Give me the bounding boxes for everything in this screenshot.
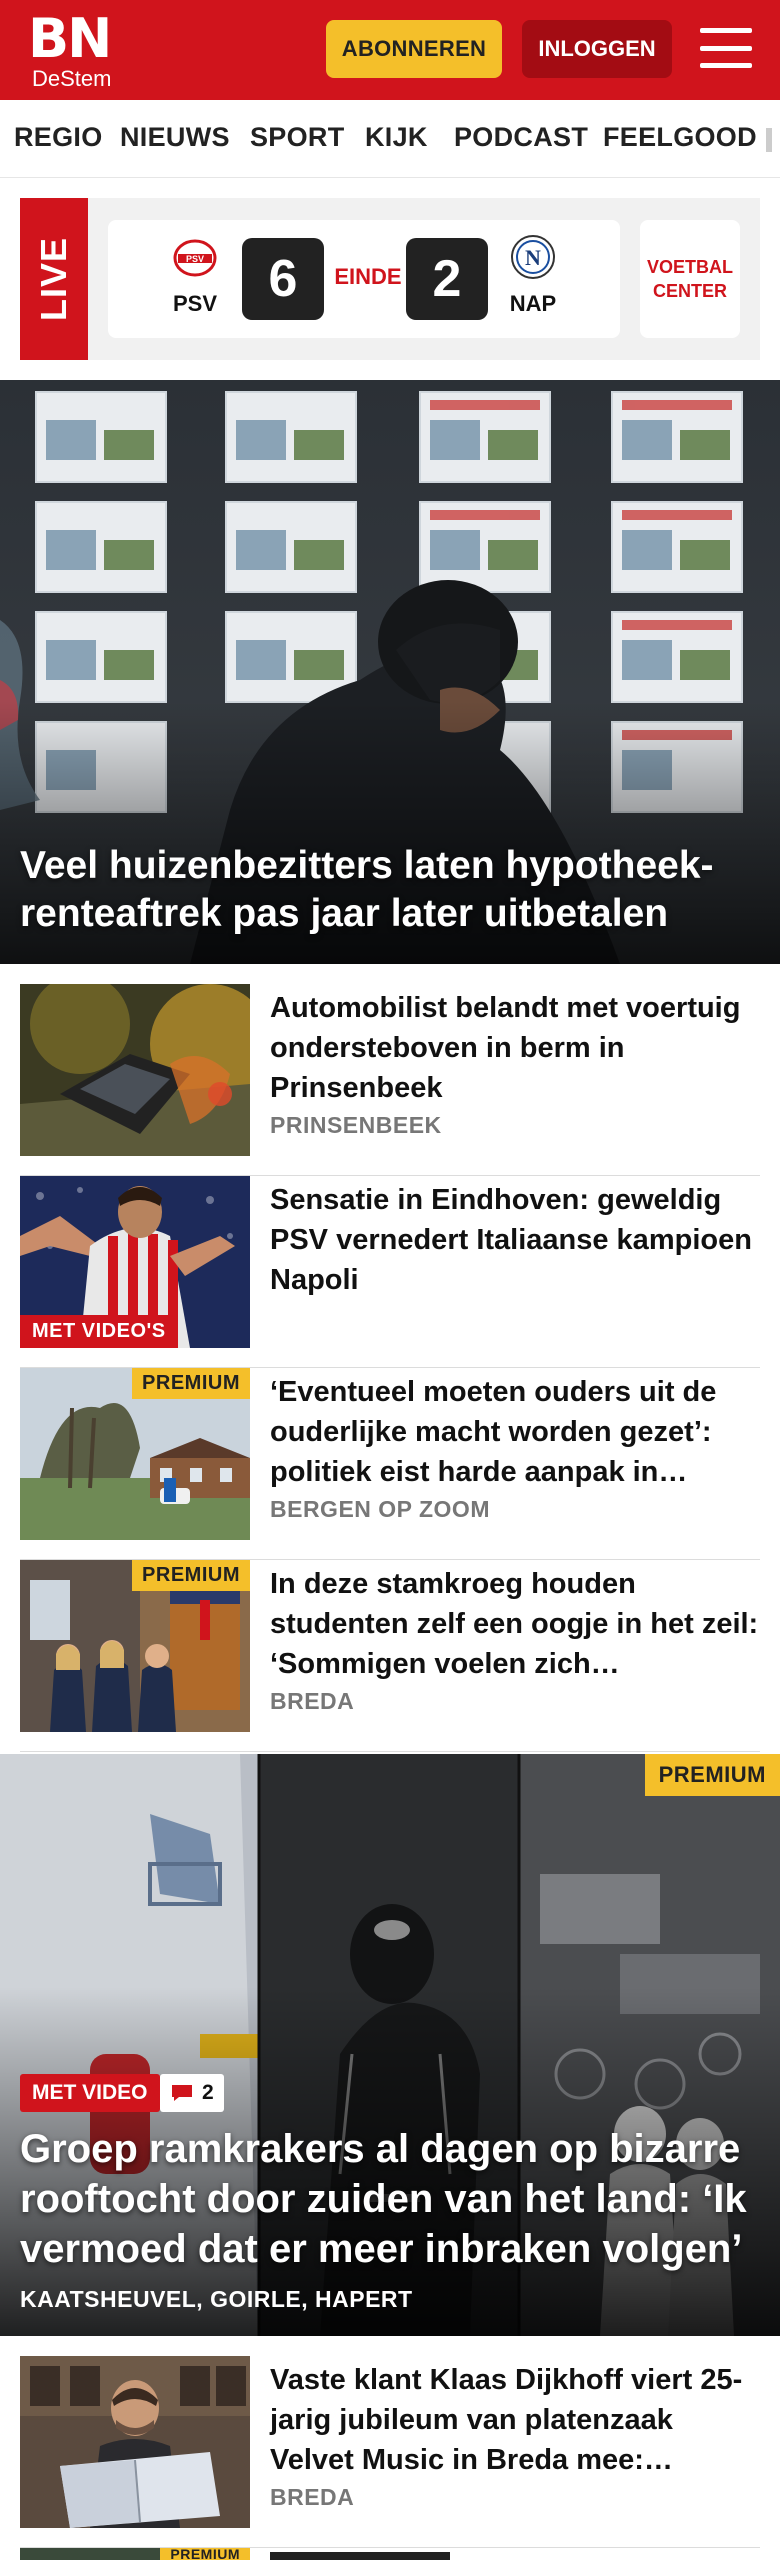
- hamburger-menu-icon[interactable]: [700, 24, 752, 72]
- home-team-name: PSV: [172, 291, 218, 316]
- match-status: EINDE: [334, 264, 402, 289]
- comment-count-badge[interactable]: 2: [160, 2074, 224, 2112]
- article-location: BERGEN OP ZOOM: [270, 1496, 490, 1522]
- article-title-cutoff: [270, 2552, 450, 2560]
- article-title: Sensatie in Eindhoven: geweldig PSV vern…: [270, 1184, 752, 1296]
- away-team-name: NAP: [509, 291, 557, 316]
- article-item[interactable]: Vaste klant Klaas Dijkhoff viert 25-jari…: [20, 2356, 760, 2548]
- logo-main-text: BN: [28, 7, 112, 70]
- article-thumbnail: MET VIDEO'S: [20, 1176, 250, 1348]
- napoli-crest-icon: N: [511, 235, 555, 279]
- live-tag-label: LIVE: [33, 236, 74, 322]
- video-badge: MET VIDEO: [20, 2074, 160, 2112]
- menu-line: [700, 45, 752, 51]
- article-thumbnail: [20, 2356, 250, 2528]
- subscribe-button[interactable]: ABONNEREN: [326, 20, 502, 78]
- article-thumbnail: PREMIUM: [20, 1560, 250, 1732]
- comment-count: 2: [202, 2081, 214, 2104]
- article-item[interactable]: PREMIUM: [20, 2548, 760, 2560]
- article-item[interactable]: PREMIUM ‘Eventueel moeten ouders uit de …: [20, 1368, 760, 1560]
- psv-crest-icon: PSV: [173, 239, 217, 277]
- article-thumbnail: PREMIUM: [20, 1368, 250, 1540]
- article-item[interactable]: Automobilist belandt met voertuig onders…: [20, 984, 760, 1176]
- nav-item-kijk[interactable]: KIJK: [365, 122, 428, 153]
- nav-item-nieuws[interactable]: NIEUWS: [120, 122, 230, 153]
- article-title: ‘Eventueel moeten ouders uit de ouderlij…: [270, 1376, 717, 1488]
- article-title: Automobilist belandt met voertuig onders…: [270, 992, 741, 1104]
- menu-line: [700, 28, 752, 33]
- top-header-bar: BN DeStem ABONNEREN INLOGGEN: [0, 0, 780, 100]
- menu-line: [700, 63, 752, 68]
- home-team: PSV PSV: [160, 234, 230, 317]
- article-title: In deze stamkroeg houden studenten zelf …: [270, 1568, 759, 1680]
- site-logo[interactable]: BN DeStem: [28, 12, 118, 90]
- article-location: BREDA: [270, 1688, 355, 1714]
- premium-badge: PREMIUM: [644, 1754, 780, 1796]
- match-score-card[interactable]: PSV PSV 6 EINDE 2 N NAP: [108, 220, 620, 338]
- video-badge: MET VIDEO'S: [20, 1315, 178, 1348]
- away-team: N NAP: [498, 234, 568, 317]
- record-store-image: [20, 2356, 250, 2528]
- article-location: BREDA: [270, 2484, 355, 2510]
- comment-icon: [172, 2085, 192, 2101]
- article-title: Vaste klant Klaas Dijkhoff viert 25-jari…: [270, 2364, 743, 2476]
- featured-title: Groep ramkrakers al dagen op bizarre roo…: [20, 2127, 747, 2271]
- nav-item-feelgood[interactable]: FEELGOOD: [603, 122, 757, 153]
- premium-badge: PREMIUM: [132, 1560, 250, 1591]
- nav-item-regio[interactable]: REGIO: [14, 122, 103, 153]
- logo-sub-text: DeStem: [32, 66, 112, 91]
- car-accident-image: [20, 984, 250, 1156]
- nav-overflow-indicator: [766, 128, 772, 152]
- login-button[interactable]: INLOGGEN: [522, 20, 672, 78]
- svg-text:PSV: PSV: [186, 254, 204, 264]
- nav-item-podcast[interactable]: PODCAST: [454, 122, 588, 153]
- home-score: 6: [242, 238, 324, 320]
- live-score-widget: LIVE PSV PSV 6 EINDE 2 N NAP VOETBAL CEN…: [20, 198, 760, 360]
- article-item[interactable]: PREMIUM In deze stamkroeg houden student…: [20, 1560, 760, 1752]
- article-item[interactable]: MET VIDEO'S Sensatie in Eindhoven: gewel…: [20, 1176, 760, 1368]
- section-navigation: REGIO NIEUWS SPORT KIJK PODCAST FEELGOOD: [0, 100, 780, 178]
- voetbal-center-button[interactable]: VOETBAL CENTER: [640, 220, 740, 338]
- live-tag: LIVE: [20, 198, 88, 360]
- featured-article[interactable]: PREMIUM MET VIDEO 2 Groep ramkrakers al …: [0, 1754, 780, 2336]
- hero-article[interactable]: Veel huizenbezitters laten hypotheek­ren…: [0, 380, 780, 964]
- nav-item-sport[interactable]: SPORT: [250, 122, 345, 153]
- hero-title: Veel huizenbezitters laten hypotheek­ren…: [20, 844, 714, 935]
- article-location: PRINSENBEEK: [270, 1112, 442, 1138]
- article-thumbnail: PREMIUM: [20, 2548, 250, 2560]
- article-thumbnail: [20, 984, 250, 1156]
- svg-text:N: N: [525, 245, 541, 270]
- featured-location: KAATSHEUVEL, GOIRLE, HAPERT: [20, 2286, 413, 2312]
- premium-badge: PREMIUM: [132, 1368, 250, 1399]
- premium-badge: PREMIUM: [160, 2548, 250, 2560]
- away-score: 2: [406, 238, 488, 320]
